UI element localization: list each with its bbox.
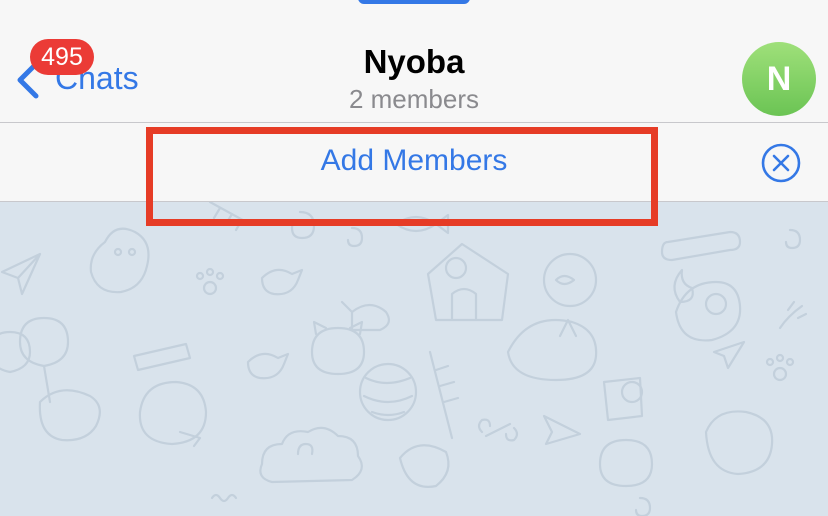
status-pill <box>358 0 470 4</box>
add-members-button[interactable]: Add Members <box>264 141 564 181</box>
add-members-bar: Add Members <box>0 123 828 202</box>
chat-screen: Chats 495 Nyoba 2 members N Add Members <box>0 0 828 516</box>
close-circle-icon[interactable] <box>760 142 802 184</box>
chat-background <box>0 202 828 516</box>
chat-title: Nyoba <box>363 43 465 80</box>
navigation-bar: Chats 495 Nyoba 2 members N <box>0 0 828 123</box>
avatar[interactable]: N <box>742 42 816 116</box>
unread-count-badge: 495 <box>30 39 94 75</box>
chat-header[interactable]: Nyoba 2 members <box>264 42 564 114</box>
chat-member-count: 2 members <box>348 84 480 114</box>
chat-wallpaper-pattern <box>0 202 808 516</box>
